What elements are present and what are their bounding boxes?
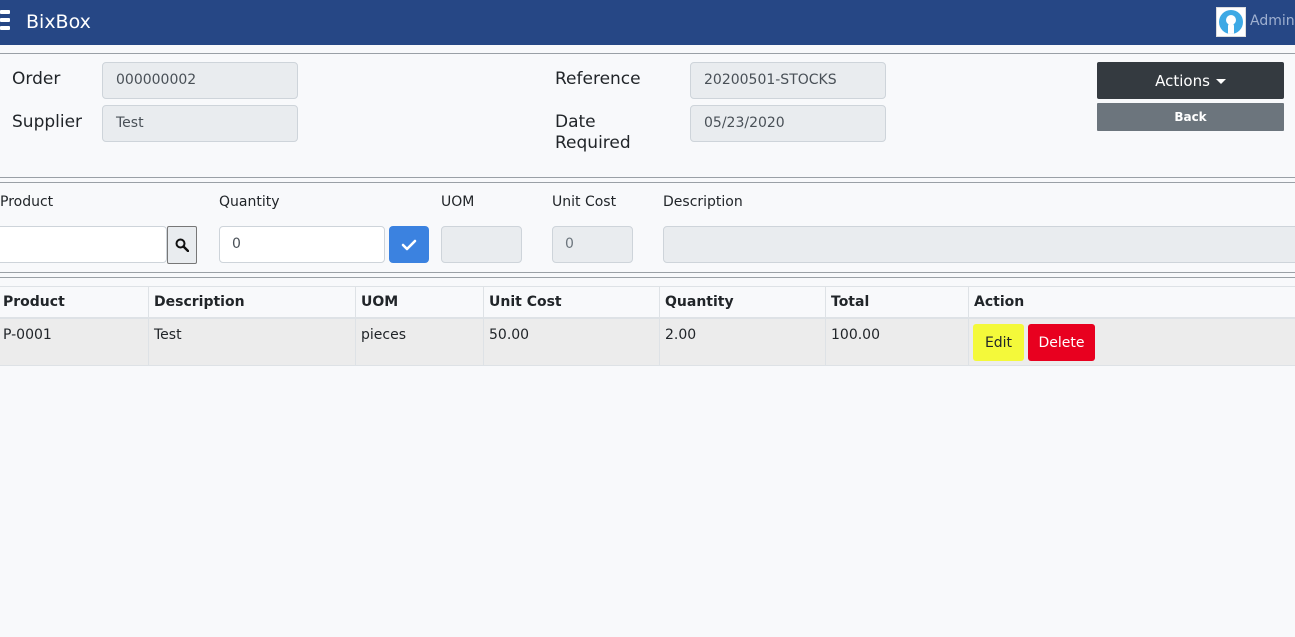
table-row: P-0001 Test pieces 50.00 2.00 100.00	[0, 319, 1295, 366]
user-avatar-icon[interactable]	[1216, 7, 1246, 37]
column-header-description: Description	[148, 287, 355, 317]
table-header: Product Description UOM Unit Cost Quanti…	[0, 286, 1295, 319]
quantity-input[interactable]: 0	[219, 226, 385, 263]
divider	[0, 182, 1295, 183]
user-name[interactable]: Admin	[1250, 13, 1295, 29]
search-icon	[175, 238, 189, 252]
column-header-uom: UOM	[355, 287, 483, 317]
reference-field[interactable]: 20200501-STOCKS	[690, 62, 886, 99]
product-input[interactable]	[0, 226, 167, 263]
cell-unit-cost: 50.00	[483, 319, 659, 365]
date-label-line1: Date	[555, 112, 596, 132]
check-icon	[401, 239, 417, 250]
unit-cost-label: Unit Cost	[552, 194, 617, 210]
cell-description: Test	[148, 319, 355, 365]
back-button[interactable]: Back	[1097, 103, 1284, 131]
quantity-label: Quantity	[219, 194, 280, 210]
cell-quantity: 2.00	[659, 319, 825, 365]
uom-label: UOM	[441, 194, 475, 210]
delete-button[interactable]: Delete	[1028, 324, 1095, 361]
date-required-label: Date Required	[555, 112, 631, 154]
top-navbar: BixBox Admin	[0, 0, 1295, 45]
caret-down-icon	[1215, 78, 1226, 84]
column-header-total: Total	[825, 287, 968, 317]
order-label: Order	[12, 69, 61, 89]
app-brand[interactable]: BixBox	[26, 10, 91, 34]
date-label-line2: Required	[555, 133, 631, 153]
column-header-quantity: Quantity	[659, 287, 825, 317]
actions-dropdown-button[interactable]: Actions	[1097, 62, 1284, 99]
uom-input[interactable]	[441, 226, 522, 263]
edit-button[interactable]: Edit	[973, 324, 1024, 361]
cell-product: P-0001	[3, 327, 52, 343]
divider	[0, 177, 1295, 178]
description-input[interactable]	[663, 226, 1295, 263]
supplier-label: Supplier	[12, 112, 83, 132]
order-field[interactable]: 000000002	[102, 62, 298, 99]
supplier-field[interactable]: Test	[102, 105, 298, 142]
divider	[0, 277, 1295, 278]
cell-uom: pieces	[355, 319, 483, 365]
column-header-product: Product	[3, 294, 65, 310]
confirm-button[interactable]	[389, 226, 429, 263]
search-button[interactable]	[167, 226, 197, 264]
cell-total: 100.00	[825, 319, 968, 365]
divider	[0, 272, 1295, 273]
divider	[0, 53, 1295, 54]
hamburger-icon[interactable]	[0, 10, 10, 32]
unit-cost-input[interactable]: 0	[552, 226, 633, 263]
column-header-action: Action	[968, 287, 1295, 317]
actions-label: Actions	[1155, 71, 1210, 90]
date-required-field[interactable]: 05/23/2020	[690, 105, 886, 142]
description-label: Description	[663, 194, 743, 210]
product-label: Product	[0, 194, 54, 210]
column-header-unit-cost: Unit Cost	[483, 287, 659, 317]
reference-label: Reference	[555, 69, 641, 89]
